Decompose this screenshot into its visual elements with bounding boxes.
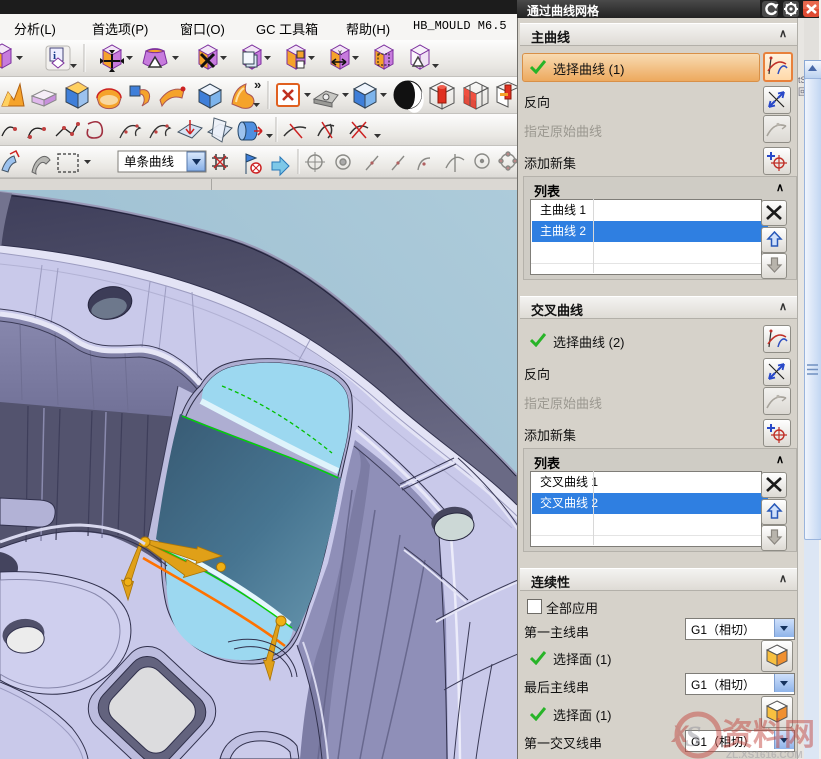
svg-text:ZL.XS1616.COM: ZL.XS1616.COM	[726, 750, 803, 759]
svg-text:单条曲线: 单条曲线	[124, 155, 175, 169]
svg-text:x: x	[338, 48, 342, 57]
svg-text:»: »	[254, 77, 261, 92]
svg-text:资料网: 资料网	[722, 717, 815, 752]
svg-text:X: X	[670, 721, 690, 748]
